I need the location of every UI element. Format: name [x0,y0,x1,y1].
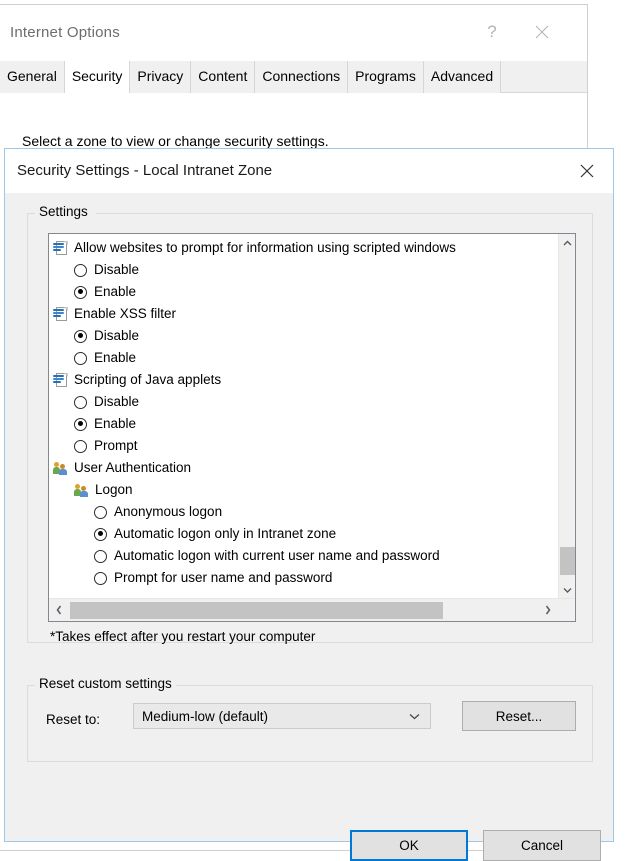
dialog-body: Settings Allow websites to prompt for in… [5,193,613,861]
close-icon[interactable] [565,151,609,191]
dialog-title: Security Settings - Local Intranet Zone [17,162,273,179]
horizontal-scrollbar[interactable] [49,598,575,621]
radio-button[interactable] [94,571,107,585]
script-icon [53,372,69,388]
settings-groupbox: Settings Allow websites to prompt for in… [27,204,593,644]
list-item-label: Enable [94,416,137,431]
security-settings-dialog: Security Settings - Local Intranet Zone … [4,148,614,861]
list-item[interactable]: Allow websites to prompt for information… [49,237,558,259]
list-item[interactable]: Prompt for user name and password [49,567,558,589]
users-icon [53,460,69,476]
security-settings-listbox[interactable]: Allow websites to prompt for information… [48,233,576,622]
question-mark-icon[interactable]: ? [469,11,515,53]
vertical-scrollbar-thumb[interactable] [560,547,575,575]
list-item-label: Allow websites to prompt for information… [74,240,456,255]
list-item[interactable]: Automatic logon with current user name a… [49,545,558,567]
list-item-label: Automatic logon only in Intranet zone [114,526,337,541]
list-item[interactable]: Prompt [49,435,558,457]
reset-custom-settings-groupbox: Reset custom settings Reset to: Medium-l… [27,676,593,762]
list-item-label: Prompt for user name and password [114,570,333,585]
radio-button[interactable] [94,549,107,563]
chevron-down-icon[interactable] [559,581,576,598]
tab-security[interactable]: Security [63,61,131,93]
tab-strip: General Security Privacy Content Connect… [0,61,587,93]
list-item[interactable]: Anonymous logon [49,501,558,523]
reset-to-label: Reset to: [46,712,101,727]
radio-button[interactable] [74,351,87,365]
reset-to-combobox[interactable]: Medium-low (default) [133,703,431,729]
list-item[interactable]: Disable [49,325,558,347]
reset-button[interactable]: Reset... [462,701,576,731]
list-item-label: User Authentication [74,460,192,475]
radio-button[interactable] [74,395,87,409]
radio-button-selected[interactable] [94,527,107,541]
window-title: Internet Options [10,24,120,41]
radio-button-selected[interactable] [74,417,87,431]
chevron-left-icon[interactable] [49,599,69,621]
list-item[interactable]: Automatic logon only in Intranet zone [49,523,558,545]
script-icon [53,240,69,256]
tab-general[interactable]: General [0,61,65,93]
chevron-right-icon[interactable] [538,599,558,621]
list-item[interactable]: Enable [49,281,558,303]
settings-groupbox-legend: Settings [35,204,92,219]
list-item[interactable]: Logon [49,479,558,501]
list-item-label: Disable [94,394,140,409]
users-icon [74,482,90,498]
list-item[interactable]: User Authentication [49,457,558,479]
chevron-down-icon[interactable] [409,704,420,728]
list-item[interactable]: Enable [49,347,558,369]
list-item[interactable]: Disable [49,259,558,281]
radio-button[interactable] [74,439,87,453]
tab-content[interactable]: Content [191,61,256,93]
list-item-label: Logon [95,482,133,497]
tab-programs[interactable]: Programs [348,61,424,93]
list-item-label: Anonymous logon [114,504,223,519]
cancel-button[interactable]: Cancel [483,830,601,861]
vertical-scrollbar[interactable] [558,234,575,598]
radio-button-selected[interactable] [74,329,87,343]
radio-button[interactable] [74,263,87,277]
horizontal-scrollbar-thumb[interactable] [70,602,443,619]
reset-to-combobox-value: Medium-low (default) [142,708,269,724]
restart-note-text: *Takes effect after you restart your com… [50,629,316,644]
radio-button[interactable] [94,505,107,519]
tab-connections[interactable]: Connections [255,61,349,93]
dialog-titlebar: Security Settings - Local Intranet Zone [5,149,613,193]
list-item-label: Prompt [94,438,138,453]
script-icon [53,306,69,322]
list-item-label: Disable [94,328,140,343]
list-item-label: Disable [94,262,140,277]
list-item[interactable]: Disable [49,391,558,413]
list-item[interactable]: Scripting of Java applets [49,369,558,391]
tab-advanced[interactable]: Advanced [423,61,502,93]
list-item-label: Scripting of Java applets [74,372,222,387]
tab-privacy[interactable]: Privacy [130,61,192,93]
close-icon[interactable] [519,11,565,53]
radio-button-selected[interactable] [74,285,87,299]
list-item-label: Automatic logon with current user name a… [114,548,440,563]
listbox-viewport: Allow websites to prompt for information… [49,234,558,598]
listbox-content: Allow websites to prompt for information… [49,237,558,589]
ok-button[interactable]: OK [350,830,468,861]
list-item-label: Enable [94,284,137,299]
chevron-up-icon[interactable] [559,234,576,251]
window-titlebar: Internet Options ? [0,5,587,61]
list-item[interactable]: Enable [49,413,558,435]
list-item-label: Enable [94,350,137,365]
list-item[interactable]: Enable XSS filter [49,303,558,325]
list-item-label: Enable XSS filter [74,306,177,321]
reset-groupbox-legend: Reset custom settings [35,676,176,691]
zone-instruction-text: Select a zone to view or change security… [22,133,329,149]
